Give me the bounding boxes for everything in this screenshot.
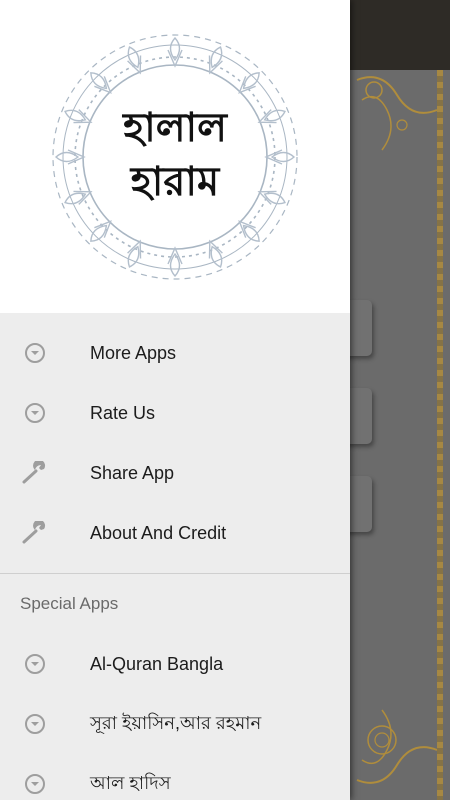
chevron-down-circle-icon [22,652,48,676]
menu-item-label: More Apps [90,342,177,363]
chevron-down-circle-icon [22,772,48,796]
menu-item-label: Share App [90,462,175,483]
logo-title-line2: হারাম [130,158,220,205]
mandala-frame-icon [52,34,298,280]
menu-item-about-credit[interactable]: About And Credit [0,503,350,563]
menu-item-label: আল হাদিস [90,772,171,793]
wrench-icon [22,461,48,485]
menu-item-more-apps[interactable]: More Apps [0,323,350,383]
menu-item-label: Rate Us [90,402,156,423]
menu-item-al-hadis[interactable]: আল হাদিস [0,754,350,800]
drawer-header: হালাল হারাম [0,0,350,313]
menu-item-label: About And Credit [90,522,227,543]
wrench-icon [22,521,48,545]
app-logo: হালাল হারাম [48,30,302,284]
menu-item-rate-us[interactable]: Rate Us [0,383,350,443]
logo-title-line1: হালাল [123,104,227,151]
section-title-special-apps: Special Apps [20,594,119,613]
ornament-bottom-icon [356,709,438,784]
menu-item-label: Al-Quran Bangla [90,653,224,674]
main-menu: More Apps Rate Us Share App About And Cr… [0,323,350,563]
chevron-down-circle-icon [22,401,48,425]
chevron-down-circle-icon [22,341,48,365]
chevron-down-circle-icon [22,712,48,736]
special-apps-menu: Al-Quran Bangla সূরা ইয়াসিন,আর রহমান আল… [0,634,350,800]
menu-item-label: সূরা ইয়াসিন,আর রহমান [90,712,262,733]
background-border [437,70,443,800]
menu-item-al-quran-bangla[interactable]: Al-Quran Bangla [0,634,350,694]
ornament-top-icon [356,76,438,151]
menu-item-surah-yasin[interactable]: সূরা ইয়াসিন,আর রহমান [0,694,350,754]
menu-item-share-app[interactable]: Share App [0,443,350,503]
navigation-drawer[interactable]: হালাল হারাম More Apps Rate Us Share App [0,0,350,800]
